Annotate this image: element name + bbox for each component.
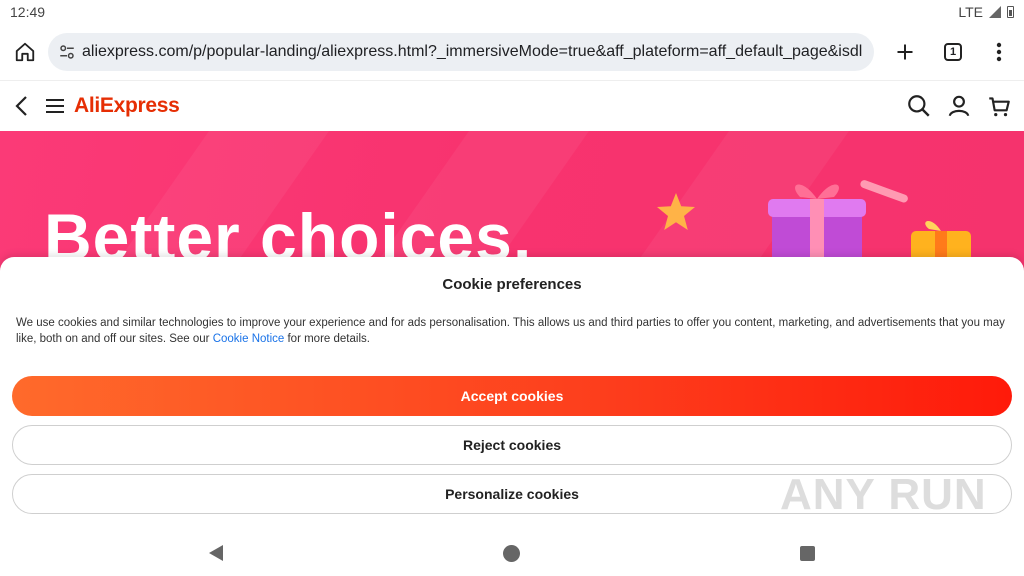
nav-back-icon[interactable] bbox=[209, 545, 223, 561]
cookie-description-suffix: for more details. bbox=[284, 333, 370, 345]
status-bar: 12:49 LTE bbox=[0, 0, 1024, 24]
browser-menu-button[interactable] bbox=[984, 36, 1014, 68]
cookie-preferences-sheet: Cookie preferences We use cookies and si… bbox=[0, 257, 1024, 576]
more-vert-icon bbox=[996, 42, 1002, 62]
signal-icon bbox=[989, 6, 1001, 18]
home-button[interactable] bbox=[10, 36, 40, 68]
site-header: AliExpress bbox=[0, 80, 1024, 130]
status-time: 12:49 bbox=[10, 4, 46, 20]
battery-icon bbox=[1007, 6, 1014, 18]
browser-toolbar: aliexpress.com/p/popular-landing/aliexpr… bbox=[0, 24, 1024, 80]
cookie-sheet-title: Cookie preferences bbox=[442, 276, 582, 293]
back-arrow-icon[interactable] bbox=[12, 94, 32, 118]
promo-banner[interactable]: Better choices, bbox=[0, 131, 1024, 271]
network-label: LTE bbox=[958, 4, 983, 20]
address-bar[interactable]: aliexpress.com/p/popular-landing/aliexpr… bbox=[48, 33, 874, 71]
accept-cookies-button[interactable]: Accept cookies bbox=[12, 376, 1012, 416]
hamburger-menu-icon[interactable] bbox=[44, 96, 66, 116]
cookie-notice-link[interactable]: Cookie Notice bbox=[213, 333, 285, 345]
system-nav-bar bbox=[0, 530, 1024, 576]
cart-icon[interactable] bbox=[986, 93, 1012, 119]
tab-count: 1 bbox=[944, 43, 962, 61]
account-icon[interactable] bbox=[946, 93, 972, 119]
cookie-description-text: We use cookies and similar technologies … bbox=[16, 317, 1005, 345]
home-icon bbox=[15, 42, 35, 62]
cookie-description: We use cookies and similar technologies … bbox=[16, 315, 1008, 347]
reject-cookies-button[interactable]: Reject cookies bbox=[12, 425, 1012, 465]
site-settings-icon[interactable] bbox=[58, 43, 76, 61]
anyrun-watermark: ANY RUN bbox=[780, 470, 987, 519]
nav-home-icon[interactable] bbox=[503, 544, 520, 562]
star-decoration-icon bbox=[657, 193, 695, 230]
status-indicators: LTE bbox=[958, 4, 1014, 20]
plus-icon bbox=[897, 44, 913, 60]
search-icon[interactable] bbox=[906, 93, 932, 119]
aliexpress-logo[interactable]: AliExpress bbox=[74, 94, 180, 118]
new-tab-button[interactable] bbox=[890, 36, 920, 68]
screen: 12:49 LTE aliexpress.com/p/popular-landi… bbox=[0, 0, 1024, 576]
header-actions bbox=[906, 93, 1012, 119]
nav-recents-icon[interactable] bbox=[800, 545, 815, 561]
gift-box-icon bbox=[768, 180, 908, 271]
tab-switcher-button[interactable]: 1 bbox=[938, 36, 968, 68]
url-text: aliexpress.com/p/popular-landing/aliexpr… bbox=[82, 43, 863, 60]
